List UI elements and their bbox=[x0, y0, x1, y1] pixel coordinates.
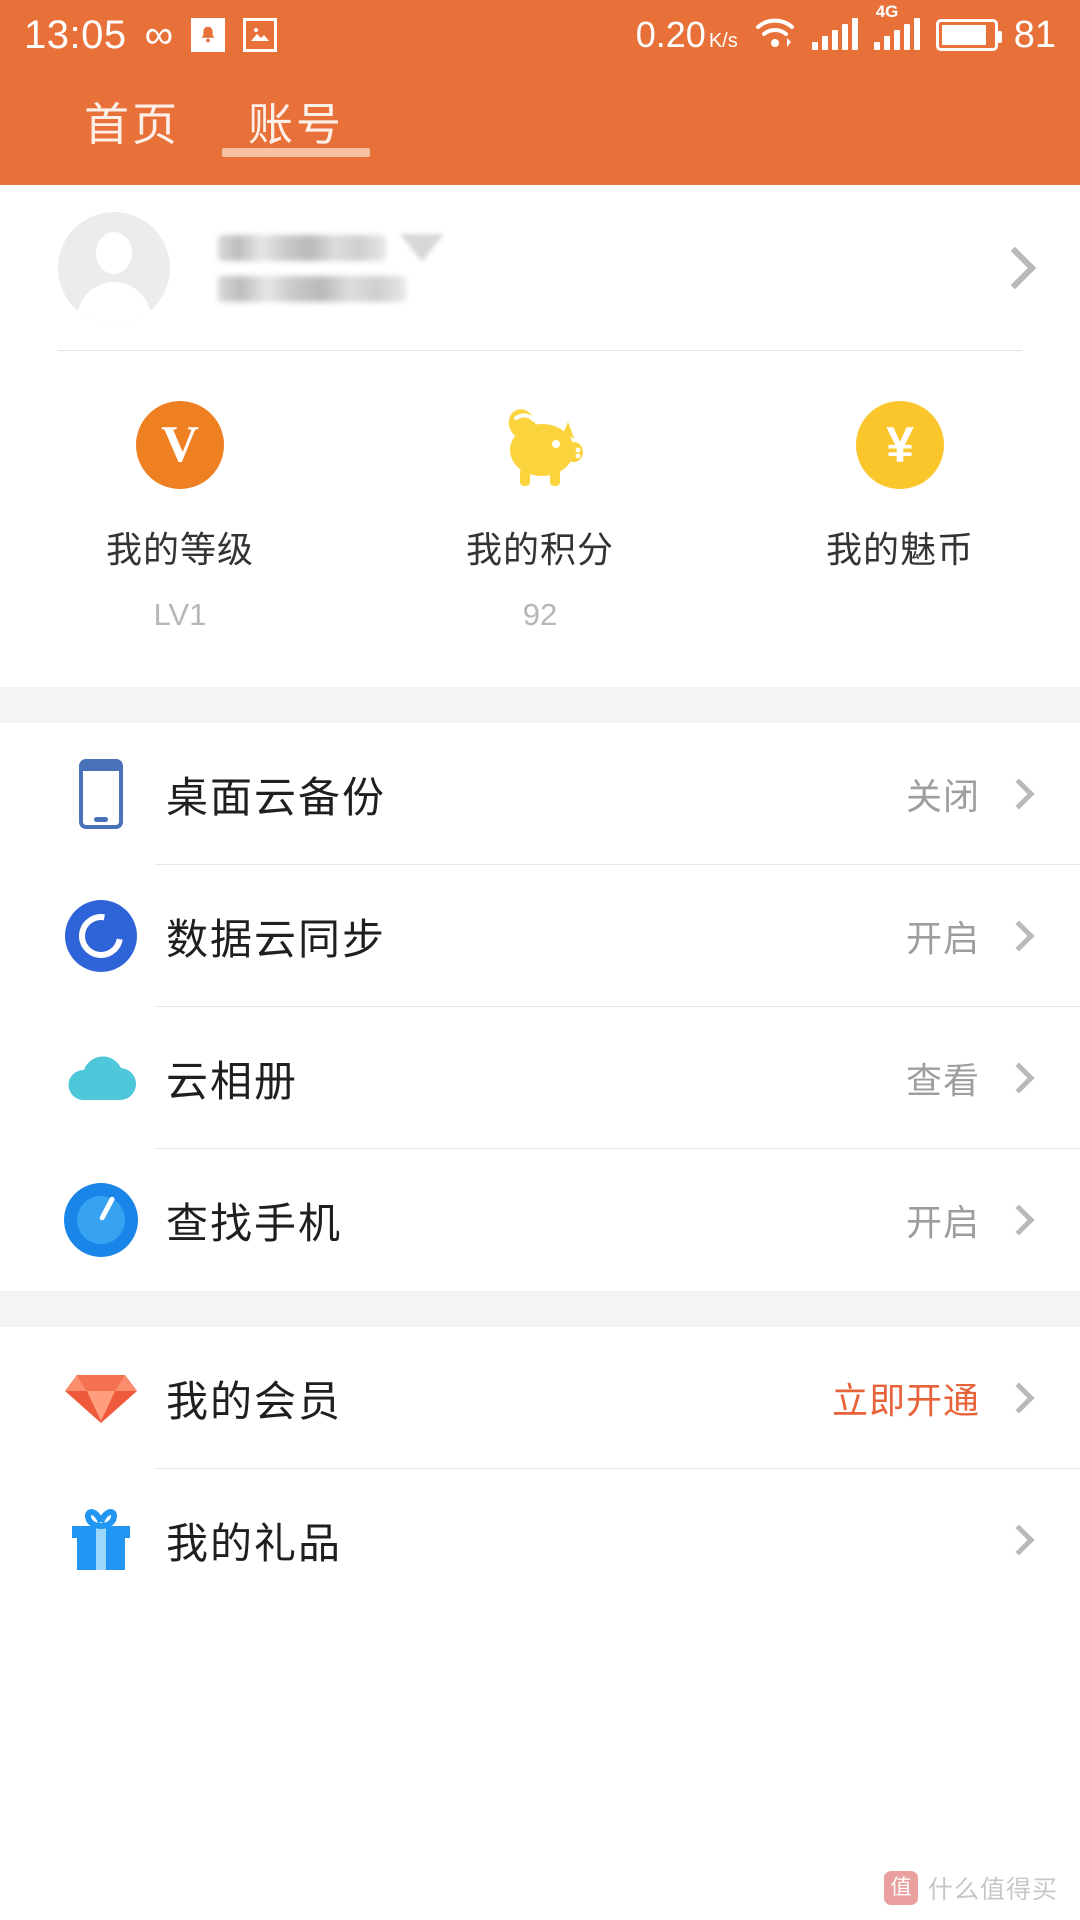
battery-percent: 81 bbox=[1013, 13, 1056, 56]
stat-points[interactable]: 我的积分 92 bbox=[360, 399, 720, 633]
stat-level-label: 我的等级 bbox=[105, 529, 254, 570]
tab-account-label: 账号 bbox=[248, 99, 345, 150]
gift-icon bbox=[58, 1506, 144, 1574]
watermark: 值 什么值得买 bbox=[883, 1870, 1058, 1906]
avatar[interactable] bbox=[58, 211, 170, 324]
status-bar: 13:05 ∞ 0.20 K/s 4G 81 bbox=[0, 0, 1080, 70]
diamond-icon bbox=[58, 1367, 144, 1429]
menu-row-membership-right: 立即开通 bbox=[832, 1372, 1035, 1424]
infinity-icon: ∞ bbox=[144, 13, 174, 57]
menu-row-data-sync-value: 开启 bbox=[905, 918, 980, 959]
menu-row-find-phone[interactable]: 查找手机 开启 bbox=[0, 1149, 1080, 1291]
cloud-icon bbox=[58, 1050, 144, 1106]
chevron-right-icon[interactable] bbox=[1003, 778, 1035, 810]
battery-icon bbox=[935, 19, 1002, 51]
section-gap-1 bbox=[0, 687, 1080, 723]
menu-row-find-phone-value: 开启 bbox=[905, 1202, 980, 1243]
tab-account[interactable]: 账号 bbox=[214, 70, 378, 157]
stat-points-value: 92 bbox=[522, 597, 558, 632]
menu-row-cloud-album-value: 查看 bbox=[905, 1060, 980, 1101]
menu-row-desktop-backup-right: 关闭 bbox=[905, 768, 1035, 820]
network-type-label: 4G bbox=[875, 2, 899, 21]
menu-row-desktop-backup-label: 桌面云备份 bbox=[166, 773, 387, 821]
tab-home-label: 首页 bbox=[84, 99, 181, 150]
menu-row-desktop-backup[interactable]: 桌面云备份 关闭 bbox=[0, 723, 1080, 865]
stat-level-value: LV1 bbox=[153, 597, 207, 632]
gallery-icon bbox=[243, 18, 278, 52]
piggy-bank-icon bbox=[492, 399, 588, 491]
chevron-right-icon[interactable] bbox=[1003, 920, 1035, 952]
diamond-badge-icon bbox=[400, 233, 444, 262]
menu-row-data-sync-right: 开启 bbox=[905, 910, 1035, 962]
menu-row-gifts[interactable]: 我的礼品 bbox=[0, 1469, 1080, 1611]
chevron-right-icon[interactable] bbox=[993, 246, 1037, 289]
menu-row-desktop-backup-value: 关闭 bbox=[905, 776, 980, 817]
signal-icon bbox=[811, 18, 858, 50]
chevron-right-icon[interactable] bbox=[1003, 1062, 1035, 1094]
tab-home[interactable]: 首页 bbox=[50, 70, 214, 153]
yuan-coin-icon: ¥ bbox=[856, 399, 944, 491]
menu-row-find-phone-right: 开启 bbox=[905, 1194, 1035, 1246]
menu-row-cloud-album[interactable]: 云相册 查看 bbox=[0, 1007, 1080, 1149]
status-bar-right: 0.20 K/s 4G 81 bbox=[636, 2, 1056, 57]
chevron-right-icon[interactable] bbox=[1003, 1382, 1035, 1414]
tab-bar: 首页 账号 bbox=[0, 70, 1080, 185]
tab-account-indicator bbox=[222, 148, 371, 157]
status-time: 13:05 bbox=[24, 12, 127, 57]
watermark-badge: 值 bbox=[883, 1871, 918, 1905]
compass-icon bbox=[58, 1183, 144, 1257]
menu-row-membership-label: 我的会员 bbox=[166, 1377, 343, 1425]
menu-group-cloud: 桌面云备份 关闭 数据云同步 开启 云相册 查看 查找手机 开启 bbox=[0, 723, 1080, 1291]
chevron-right-icon[interactable] bbox=[1003, 1204, 1035, 1236]
menu-row-find-phone-label: 查找手机 bbox=[166, 1199, 343, 1247]
notification-icon bbox=[191, 18, 226, 52]
profile-text bbox=[218, 233, 1000, 302]
network-speed: 0.20 K/s bbox=[636, 14, 738, 56]
chevron-right-icon[interactable] bbox=[1003, 1524, 1035, 1556]
section-gap-2 bbox=[0, 1291, 1080, 1327]
wifi-icon bbox=[754, 17, 796, 54]
watermark-text: 什么值得买 bbox=[927, 1876, 1058, 1904]
profile-subtitle-masked bbox=[218, 275, 1000, 302]
signal-icon-2: 4G bbox=[873, 2, 920, 50]
menu-row-data-sync[interactable]: 数据云同步 开启 bbox=[0, 865, 1080, 1007]
network-speed-value: 0.20 bbox=[635, 14, 706, 55]
menu-row-membership-value[interactable]: 立即开通 bbox=[832, 1372, 980, 1424]
profile-username-masked bbox=[218, 233, 1000, 262]
avatar-head bbox=[96, 231, 132, 274]
menu-row-membership[interactable]: 我的会员 立即开通 bbox=[0, 1327, 1080, 1469]
profile-row[interactable] bbox=[0, 185, 1080, 350]
stat-coins-label: 我的魅币 bbox=[825, 529, 974, 570]
menu-group-membership: 我的会员 立即开通 我的礼品 bbox=[0, 1327, 1080, 1611]
phone-icon bbox=[58, 759, 144, 829]
v-level-badge-icon: V bbox=[136, 399, 224, 491]
status-bar-left: 13:05 ∞ bbox=[24, 12, 278, 58]
stat-points-label: 我的积分 bbox=[465, 529, 614, 570]
network-speed-unit: K/s bbox=[708, 30, 738, 52]
menu-row-data-sync-label: 数据云同步 bbox=[166, 915, 387, 963]
menu-row-gifts-right bbox=[980, 1524, 1035, 1556]
stat-level[interactable]: V 我的等级 LV1 bbox=[0, 399, 360, 633]
sync-icon bbox=[58, 900, 144, 972]
subtitle-blur bbox=[218, 275, 406, 302]
menu-row-cloud-album-label: 云相册 bbox=[166, 1057, 299, 1105]
username-blur bbox=[218, 234, 386, 261]
menu-row-gifts-label: 我的礼品 bbox=[166, 1519, 343, 1567]
avatar-body bbox=[77, 281, 151, 324]
stats-row: V 我的等级 LV1 我的积分 92 ¥ 我的魅币 bbox=[0, 351, 1080, 687]
menu-row-cloud-album-right: 查看 bbox=[905, 1052, 1035, 1104]
stat-coins[interactable]: ¥ 我的魅币 bbox=[720, 399, 1080, 633]
